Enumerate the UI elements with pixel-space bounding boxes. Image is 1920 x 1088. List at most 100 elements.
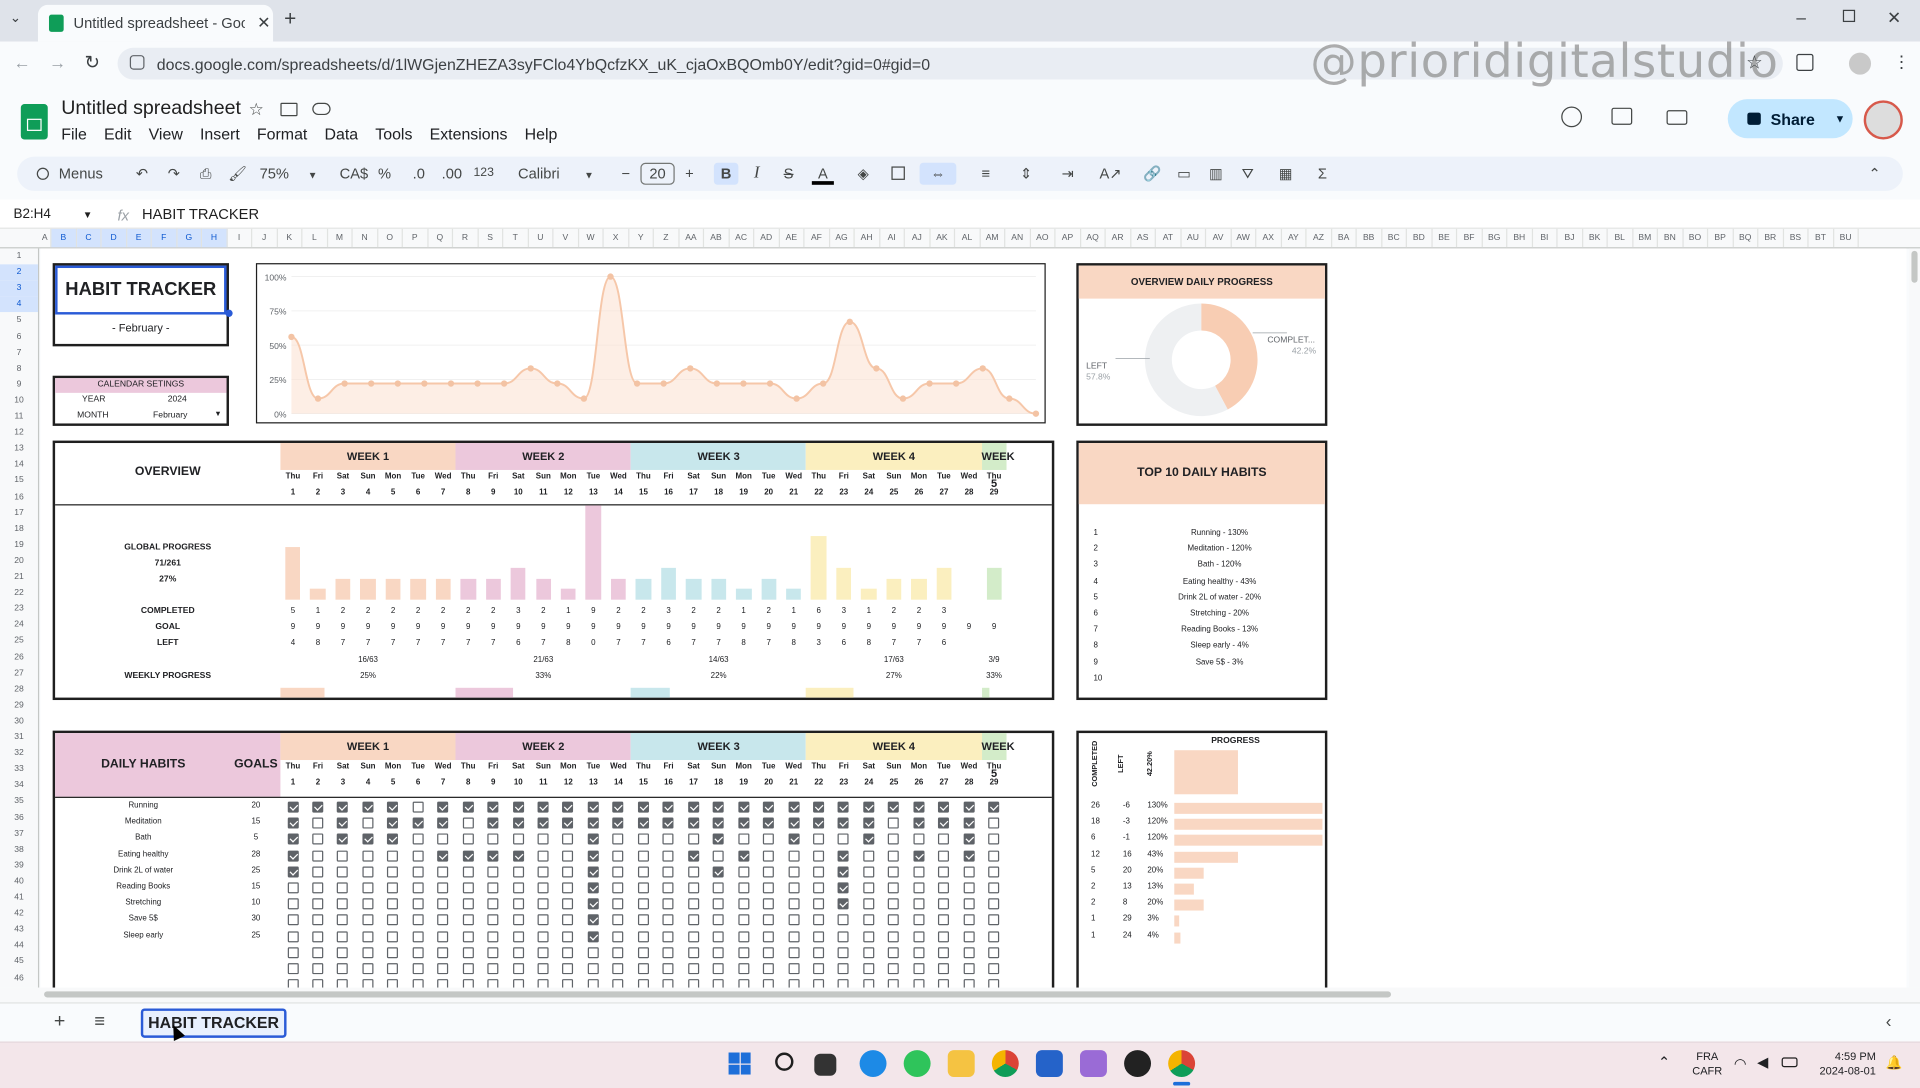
habit-checkbox[interactable] — [362, 882, 374, 894]
row-header[interactable]: 22 — [0, 585, 38, 601]
habit-checkbox[interactable] — [662, 930, 674, 942]
bold-button[interactable]: B — [713, 162, 739, 185]
row-header[interactable]: 21 — [0, 569, 38, 585]
habit-checkbox[interactable] — [888, 898, 900, 910]
habit-checkbox[interactable] — [362, 817, 374, 829]
percent-format-button[interactable]: % — [376, 163, 393, 185]
habit-checkbox[interactable] — [562, 930, 574, 942]
habit-checkbox[interactable] — [787, 866, 799, 878]
menu-view[interactable]: View — [149, 125, 183, 143]
habit-checkbox[interactable] — [462, 963, 474, 975]
habit-checkbox[interactable] — [888, 930, 900, 942]
habit-checkbox[interactable] — [412, 850, 424, 862]
habit-checkbox[interactable] — [863, 817, 875, 829]
habit-checkbox[interactable] — [337, 866, 349, 878]
new-tab-icon[interactable]: + — [284, 7, 296, 31]
row-header[interactable]: 8 — [0, 361, 38, 377]
borders-icon[interactable] — [889, 163, 906, 185]
habit-checkbox[interactable] — [362, 930, 374, 942]
habit-checkbox[interactable] — [988, 963, 1000, 975]
column-header[interactable]: N — [353, 228, 378, 248]
habit-checkbox[interactable] — [913, 947, 925, 959]
habit-checkbox[interactable] — [412, 898, 424, 910]
habit-checkbox[interactable] — [562, 801, 574, 813]
habit-checkbox[interactable] — [437, 866, 449, 878]
vertical-align-icon[interactable]: ⇕ — [1011, 163, 1040, 185]
column-header[interactable]: AC — [729, 228, 755, 248]
column-header[interactable]: BS — [1783, 228, 1809, 248]
habit-checkbox[interactable] — [687, 866, 699, 878]
column-header[interactable]: AO — [1030, 228, 1056, 248]
column-header[interactable]: AQ — [1081, 228, 1106, 248]
habit-checkbox[interactable] — [462, 979, 474, 988]
habit-checkbox[interactable] — [712, 898, 724, 910]
sheet-grid[interactable]: HABIT TRACKER - February - CALENDAR SETI… — [40, 248, 1907, 988]
habit-checkbox[interactable] — [362, 866, 374, 878]
number-format-button[interactable]: 123 — [471, 163, 495, 185]
menus-search[interactable]: Menus — [27, 160, 123, 187]
habit-checkbox[interactable] — [487, 963, 499, 975]
row-header[interactable]: 28 — [0, 681, 38, 697]
add-sheet-icon[interactable]: + — [54, 1011, 65, 1033]
browser-tab[interactable]: Untitled spreadsheet - Google ✕ — [37, 4, 274, 42]
habit-checkbox[interactable] — [512, 947, 524, 959]
column-header[interactable]: AX — [1256, 228, 1282, 248]
habit-checkbox[interactable] — [387, 882, 399, 894]
habit-checkbox[interactable] — [562, 914, 574, 926]
habit-checkbox[interactable] — [637, 979, 649, 988]
habit-checkbox[interactable] — [812, 801, 825, 813]
habit-checkbox[interactable] — [637, 866, 649, 878]
habit-checkbox[interactable] — [938, 898, 950, 910]
habit-checkbox[interactable] — [737, 930, 749, 942]
habit-checkbox[interactable] — [287, 914, 299, 926]
habit-checkbox[interactable] — [988, 833, 1000, 845]
habit-checkbox[interactable] — [637, 963, 649, 975]
habit-checkbox[interactable] — [687, 882, 699, 894]
vertical-scrollbar[interactable] — [1908, 248, 1920, 988]
row-header[interactable]: 5 — [0, 313, 38, 329]
habit-checkbox[interactable] — [437, 850, 449, 862]
habit-checkbox[interactable] — [462, 801, 474, 813]
habit-checkbox[interactable] — [587, 850, 599, 862]
habit-checkbox[interactable] — [737, 947, 749, 959]
text-rotation-icon[interactable]: A↗ — [1096, 163, 1125, 185]
row-header[interactable]: 31 — [0, 729, 38, 745]
habit-checkbox[interactable] — [312, 930, 324, 942]
habit-checkbox[interactable] — [988, 898, 1000, 910]
habit-checkbox[interactable] — [963, 866, 975, 878]
sheet-tab-name-input[interactable]: HABIT TRACKER — [140, 1008, 287, 1038]
column-header[interactable]: AG — [830, 228, 855, 248]
habit-checkbox[interactable] — [637, 882, 649, 894]
habit-checkbox[interactable] — [562, 833, 574, 845]
habit-checkbox[interactable] — [812, 817, 825, 829]
habit-checkbox[interactable] — [838, 898, 850, 910]
habit-checkbox[interactable] — [863, 914, 875, 926]
habit-checkbox[interactable] — [938, 866, 950, 878]
habit-checkbox[interactable] — [562, 866, 574, 878]
column-header[interactable]: AE — [779, 228, 805, 248]
habit-checkbox[interactable] — [337, 833, 349, 845]
habit-checkbox[interactable] — [888, 866, 900, 878]
habit-checkbox[interactable] — [612, 866, 624, 878]
habit-checkbox[interactable] — [512, 963, 524, 975]
habit-checkbox[interactable] — [512, 882, 524, 894]
habit-checkbox[interactable] — [512, 930, 524, 942]
habit-checkbox[interactable] — [537, 850, 549, 862]
habit-checkbox[interactable] — [737, 833, 749, 845]
row-header[interactable]: 45 — [0, 954, 38, 970]
habit-checkbox[interactable] — [662, 833, 674, 845]
habit-checkbox[interactable] — [787, 930, 799, 942]
font-size-field[interactable]: 20 — [640, 162, 675, 185]
bookmark-star-icon[interactable]: ☆ — [1746, 51, 1762, 74]
habit-checkbox[interactable] — [512, 914, 524, 926]
habit-checkbox[interactable] — [437, 947, 449, 959]
text-color-icon[interactable]: A — [811, 163, 834, 185]
habit-checkbox[interactable] — [287, 882, 299, 894]
column-header[interactable]: BC — [1382, 228, 1407, 248]
habit-checkbox[interactable] — [888, 979, 900, 988]
italic-button[interactable]: I — [748, 163, 765, 185]
column-header[interactable]: AP — [1056, 228, 1081, 248]
habit-checkbox[interactable] — [312, 866, 324, 878]
column-header[interactable]: P — [403, 228, 428, 248]
habit-checkbox[interactable] — [412, 882, 424, 894]
